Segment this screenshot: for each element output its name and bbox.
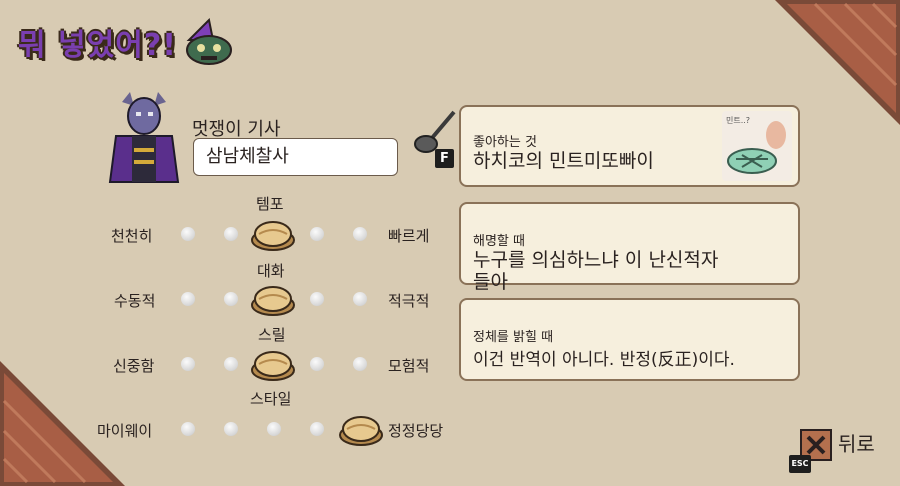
pie-slider-handle-icon[interactable] [250, 218, 296, 252]
slider-dot[interactable] [353, 357, 367, 371]
interact-key-badge[interactable]: F [435, 149, 454, 168]
logo-text: 뭐 넣었어?! [18, 28, 177, 63]
slider-dot[interactable] [310, 227, 324, 241]
slider-right-label: 정정당당 [388, 422, 444, 440]
slider-dot[interactable] [353, 292, 367, 306]
slider-dot[interactable] [224, 422, 238, 436]
slider-dot[interactable] [310, 292, 324, 306]
slider-title: 대화 [257, 262, 285, 280]
explain-value-cont: 들아 [473, 271, 508, 293]
reveal-label: 정체를 밝힐 때 [473, 330, 554, 345]
slider-dot[interactable] [224, 292, 238, 306]
slider-left-label: 수동적 [114, 292, 156, 310]
slider-dot[interactable] [310, 357, 324, 371]
slider-dot[interactable] [310, 422, 324, 436]
slider-right-label: 빠르게 [388, 227, 430, 245]
slider-dot[interactable] [181, 422, 195, 436]
explain-card: 해명할 때 누구를 의심하느냐 이 난신적자 들아 [459, 202, 800, 293]
back-label[interactable]: 뒤로 [838, 428, 875, 457]
game-logo: 뭐 넣었어?! [18, 18, 235, 66]
slider-dot[interactable] [181, 357, 195, 371]
favorite-image: 민트..? [722, 111, 792, 181]
favorite-card: 좋아하는 것 하치코의 민트미또빠이 민트..? [459, 105, 800, 187]
slider-dot[interactable] [267, 422, 281, 436]
slider-dot[interactable] [224, 227, 238, 241]
explain-label: 해명할 때 [473, 234, 525, 249]
explain-value: 누구를 의심하느냐 이 난신적자 [473, 249, 719, 271]
reveal-value: 이건 반역이 아니다. 반정(反正)이다. [473, 350, 735, 370]
slider-left-label: 천천히 [111, 227, 153, 245]
slider-right-label: 모험적 [388, 357, 430, 375]
slider-dot[interactable] [181, 292, 195, 306]
slider-title: 스릴 [258, 326, 286, 344]
slider-dot[interactable] [224, 357, 238, 371]
slider-title: 템포 [256, 195, 284, 213]
slider-title: 스타일 [250, 390, 292, 408]
character-name-field[interactable]: 삼남체찰사 [193, 138, 398, 176]
slider-left-label: 마이웨이 [97, 422, 153, 440]
slider-dot[interactable] [353, 227, 367, 241]
pie-slider-handle-icon[interactable] [338, 413, 384, 447]
pie-slider-handle-icon[interactable] [250, 348, 296, 382]
knight-character-sprite [108, 92, 180, 183]
slider-dot[interactable] [181, 227, 195, 241]
favorite-image-caption: 민트..? [726, 116, 751, 125]
slider-right-label: 적극적 [388, 292, 430, 310]
reveal-card: 정체를 밝힐 때 이건 반역이 아니다. 반정(反正)이다. [459, 298, 800, 381]
goblin-mascot-icon [185, 18, 232, 65]
esc-key-badge: ESC [789, 455, 811, 473]
pie-slider-handle-icon[interactable] [250, 283, 296, 317]
slider-left-label: 신중함 [113, 357, 155, 375]
